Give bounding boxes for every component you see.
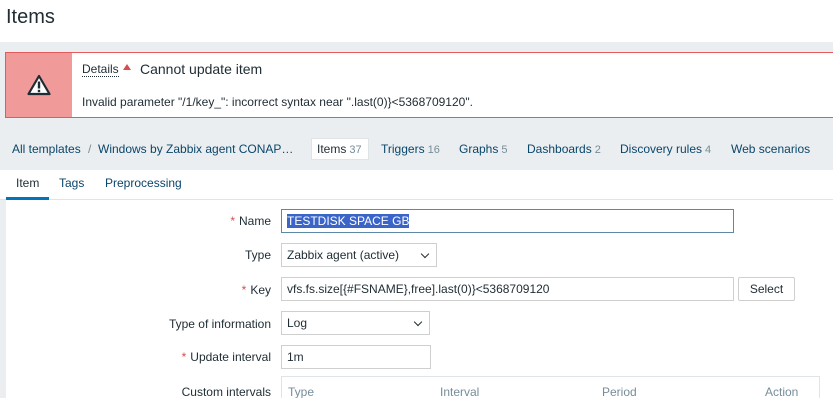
nav-web-scenarios[interactable]: Web scenarios	[731, 142, 810, 156]
ci-col-type: Type	[288, 385, 315, 398]
template-link[interactable]: Windows by Zabbix agent CONAP…	[98, 142, 293, 156]
nav-discovery-label: Discovery rules	[620, 142, 703, 156]
required-mark: *	[230, 214, 235, 228]
select-key-button[interactable]: Select	[738, 277, 795, 301]
tab-item[interactable]: Item	[16, 176, 39, 190]
name-input[interactable]: TESTDISK SPACE GB	[281, 209, 734, 233]
update-interval-input[interactable]: 1m	[281, 345, 431, 369]
nav-discovery-count: 4	[705, 144, 712, 156]
key-input[interactable]: vfs.fs.size[{#FSNAME},free].last(0)}<536…	[281, 277, 734, 301]
nav-triggers[interactable]: Triggers 16	[381, 142, 440, 156]
nav-items[interactable]: Items 37	[317, 142, 362, 156]
error-message-box: Details Cannot update item Invalid param…	[5, 52, 833, 118]
type-label: Type	[244, 248, 271, 262]
info-type-select-value: Log	[287, 316, 308, 330]
nav-dashboards[interactable]: Dashboards 2	[527, 142, 601, 156]
type-select[interactable]: Zabbix agent (active)	[281, 243, 437, 267]
ci-col-period: Period	[602, 385, 637, 398]
nav-triggers-label: Triggers	[381, 142, 425, 156]
update-interval-label-text: Update interval	[190, 350, 271, 364]
error-detail: Invalid parameter "/1/key_": incorrect s…	[82, 95, 473, 109]
name-label-text: Name	[238, 214, 271, 228]
custom-intervals-label: Custom intervals	[181, 385, 271, 398]
name-input-value: TESTDISK SPACE GB	[287, 214, 410, 228]
nav-items-count: 37	[349, 144, 362, 156]
info-type-select[interactable]: Log	[281, 311, 430, 335]
breadcrumb-separator: /	[88, 142, 92, 156]
caret-up-icon[interactable]	[123, 64, 131, 70]
all-templates-link[interactable]: All templates	[12, 142, 81, 156]
nav-graphs-count: 5	[501, 144, 508, 156]
nav-discovery-rules[interactable]: Discovery rules 4	[620, 142, 711, 156]
nav-items-label: Items	[317, 142, 347, 156]
info-type-label: Type of information	[168, 317, 271, 331]
nav-graphs-label: Graphs	[459, 142, 499, 156]
warning-icon	[27, 74, 51, 96]
ci-col-interval: Interval	[440, 385, 480, 398]
details-toggle[interactable]: Details	[82, 62, 119, 77]
update-interval-label: * Update interval	[182, 350, 271, 364]
key-input-value: vfs.fs.size[{#FSNAME},free].last(0)}<536…	[287, 282, 550, 296]
nav-dashboards-label: Dashboards	[527, 142, 592, 156]
required-mark: *	[241, 283, 247, 297]
nav-triggers-count: 16	[427, 144, 440, 156]
key-label-text: Key	[250, 283, 271, 297]
chevron-down-icon	[413, 317, 423, 327]
chevron-down-icon	[420, 249, 430, 259]
custom-intervals-table: Type Interval Period Action	[281, 376, 820, 398]
tab-preprocessing[interactable]: Preprocessing	[105, 176, 182, 190]
error-title: Cannot update item	[140, 61, 263, 77]
key-label: * Key	[242, 283, 271, 297]
tab-tags[interactable]: Tags	[59, 176, 84, 190]
warning-icon-area	[6, 53, 72, 117]
update-interval-value: 1m	[287, 350, 304, 364]
nav-graphs[interactable]: Graphs 5	[459, 142, 507, 156]
required-mark: *	[181, 350, 187, 364]
page-header: Items	[0, 0, 833, 42]
nav-dashboards-count: 2	[594, 144, 601, 156]
ci-col-action: Action	[765, 385, 799, 398]
type-select-value: Zabbix agent (active)	[287, 248, 400, 262]
page-title: Items	[6, 6, 55, 28]
name-label: * Name	[230, 214, 271, 228]
